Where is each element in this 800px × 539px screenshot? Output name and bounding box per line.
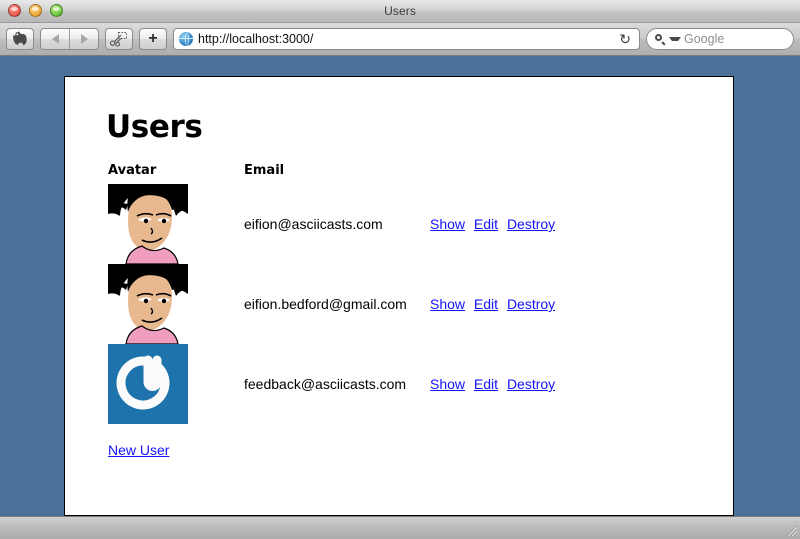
edit-link[interactable]: Edit (474, 216, 498, 232)
reload-icon[interactable]: ↻ (619, 32, 633, 46)
cartoon-avatar-image (108, 184, 188, 264)
window-title: Users (384, 4, 416, 18)
email-cell: eifion.bedford@gmail.com (244, 296, 407, 312)
destroy-link[interactable]: Destroy (507, 296, 555, 312)
navigation-buttons (40, 28, 99, 50)
status-bar (0, 516, 800, 539)
back-arrow-icon (51, 34, 59, 44)
window-controls (8, 4, 63, 17)
destroy-link[interactable]: Destroy (507, 216, 555, 232)
web-page: Users Avatar Email eifion@asciicasts.com… (64, 76, 734, 516)
browser-window: Users + http://localhost:3000/ ↻ Google … (0, 0, 800, 539)
show-link[interactable]: Show (430, 296, 465, 312)
globe-favicon-icon (179, 32, 193, 46)
gravatar-logo-image (108, 344, 188, 424)
close-window-button[interactable] (8, 4, 21, 17)
new-tab-button[interactable]: + (139, 28, 167, 50)
zoom-window-button[interactable] (50, 4, 63, 17)
table-row: eifion.bedford@gmail.com Show Edit Destr… (108, 264, 555, 344)
plus-icon: + (148, 30, 158, 47)
resize-grip-icon[interactable] (784, 523, 798, 537)
actions-cell: Show Edit Destroy (430, 344, 555, 424)
evernote-button[interactable] (6, 28, 34, 50)
search-icon (655, 33, 666, 45)
search-field[interactable]: Google (646, 28, 794, 50)
avatar-cell (108, 264, 244, 344)
actions-cell: Show Edit Destroy (430, 264, 555, 344)
minimize-window-button[interactable] (29, 4, 42, 17)
chevron-down-icon[interactable] (669, 37, 681, 41)
destroy-link[interactable]: Destroy (507, 376, 555, 392)
back-button[interactable] (41, 29, 69, 49)
forward-button[interactable] (69, 29, 98, 49)
show-link[interactable]: Show (430, 216, 465, 232)
title-bar: Users (0, 0, 800, 23)
table-row: feedback@asciicasts.com Show Edit Destro… (108, 344, 555, 424)
new-user-link[interactable]: New User (108, 442, 169, 458)
column-header-actions (430, 163, 555, 184)
actions-cell: Show Edit Destroy (430, 184, 555, 264)
edit-link[interactable]: Edit (474, 376, 498, 392)
column-header-avatar: Avatar (108, 163, 157, 178)
page-title: Users (106, 109, 203, 145)
scissors-icon (110, 32, 127, 47)
evernote-elephant-icon (12, 31, 27, 45)
avatar-cell (108, 344, 244, 424)
email-cell: eifion@asciicasts.com (244, 216, 383, 232)
url-text: http://localhost:3000/ (198, 32, 314, 46)
users-table: Avatar Email eifion@asciicasts.com Show … (108, 163, 555, 424)
search-placeholder: Google (684, 32, 725, 46)
email-cell: feedback@asciicasts.com (244, 376, 407, 392)
edit-link[interactable]: Edit (474, 296, 498, 312)
cartoon-avatar-image (108, 264, 188, 344)
table-row: eifion@asciicasts.com Show Edit Destroy (108, 184, 555, 264)
forward-arrow-icon (80, 34, 88, 44)
browser-toolbar: + http://localhost:3000/ ↻ Google (0, 23, 800, 56)
table-header-row: Avatar Email (108, 163, 555, 184)
show-link[interactable]: Show (430, 376, 465, 392)
web-clipper-button[interactable] (105, 28, 133, 50)
avatar-cell (108, 184, 244, 264)
page-viewport: Users Avatar Email eifion@asciicasts.com… (0, 56, 800, 516)
address-bar[interactable]: http://localhost:3000/ ↻ (173, 28, 640, 50)
column-header-email: Email (244, 163, 285, 178)
